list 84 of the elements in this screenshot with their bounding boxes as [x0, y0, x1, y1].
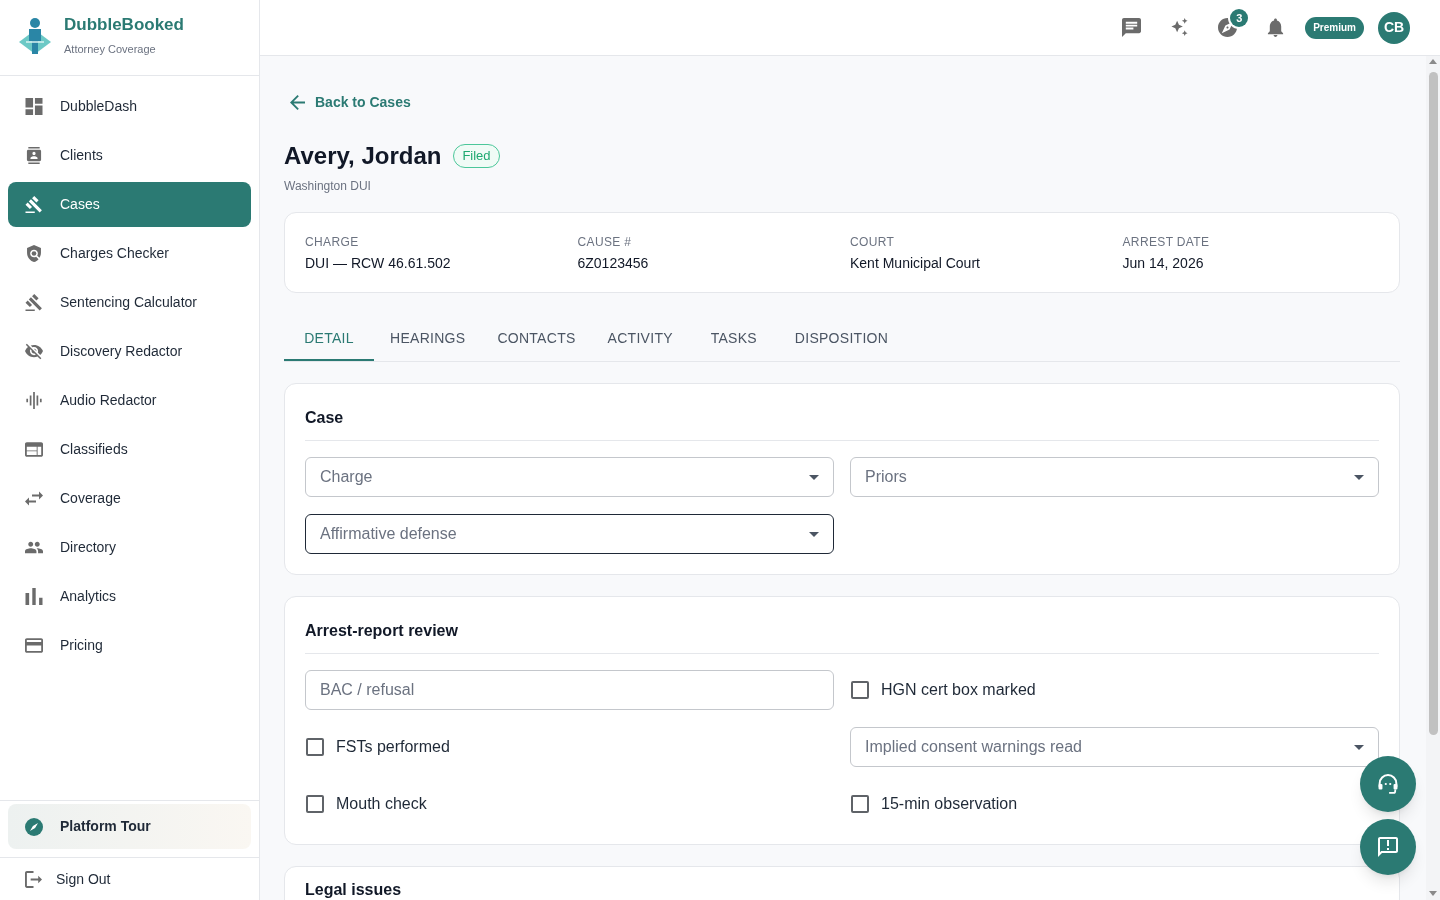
- web-layout-icon: [25, 441, 43, 458]
- status-badge: Filed: [453, 144, 500, 168]
- nav-item[interactable]: Cases: [8, 182, 251, 227]
- caret-down-icon: [809, 531, 819, 537]
- tab[interactable]: HEARINGS: [374, 317, 482, 361]
- select-field[interactable]: Affirmative defense: [305, 514, 834, 554]
- field-label: CHARGE: [305, 234, 360, 250]
- logout-icon: [25, 870, 42, 888]
- headset-icon: [1378, 774, 1398, 794]
- tab[interactable]: DETAIL: [284, 317, 374, 361]
- contact-card-icon: [25, 147, 43, 164]
- scrollbar-thumb[interactable]: [1428, 72, 1438, 735]
- compass-icon: [25, 817, 43, 836]
- caret-down-icon: [1354, 474, 1364, 480]
- field-value: DUI — RCW 46.61.502: [305, 254, 452, 273]
- caret-down-icon: [1354, 744, 1364, 750]
- nav-item[interactable]: Audio Redactor: [8, 378, 251, 423]
- bell-icon: [1265, 18, 1285, 37]
- feedback-button[interactable]: [1360, 819, 1416, 875]
- select-field[interactable]: Priors: [850, 457, 1379, 497]
- nav-item[interactable]: Analytics: [8, 574, 251, 619]
- feedback-icon: [1378, 837, 1398, 857]
- tab[interactable]: CONTACTS: [481, 317, 592, 361]
- field-label: ARREST DATE: [1122, 234, 1211, 250]
- field-value: Kent Municipal Court: [850, 254, 981, 273]
- back-link[interactable]: Back to Cases: [284, 92, 417, 112]
- waveform-icon: [25, 392, 43, 409]
- nav-item[interactable]: Classifieds: [8, 427, 251, 472]
- back-arrow-icon: [290, 94, 305, 110]
- checkbox[interactable]: [306, 795, 324, 813]
- nav-item[interactable]: Directory: [8, 525, 251, 570]
- gavel-icon: [25, 196, 43, 213]
- tab[interactable]: TASKS: [688, 317, 779, 361]
- tab[interactable]: DISPOSITION: [778, 317, 905, 361]
- checkbox[interactable]: [851, 795, 869, 813]
- gavel-icon: [25, 294, 43, 311]
- plan-badge: Premium: [1305, 16, 1364, 39]
- field-label: COURT: [850, 234, 896, 250]
- case-title: Avery, Jordan: [284, 141, 442, 171]
- checkbox[interactable]: [851, 681, 869, 699]
- field-value: Jun 14, 2026: [1122, 254, 1205, 273]
- dashboard-grid-icon: [25, 98, 43, 115]
- tour-button[interactable]: 3: [1207, 7, 1248, 48]
- input-field[interactable]: BAC / refusal: [305, 670, 834, 710]
- select-field[interactable]: Charge: [305, 457, 834, 497]
- nav-item[interactable]: DubbleDash: [8, 84, 251, 129]
- section-title: Case: [305, 408, 345, 428]
- field-value: 6Z0123456: [577, 254, 650, 273]
- nav-item[interactable]: Clients: [8, 133, 251, 178]
- section-title: Arrest-report review: [305, 621, 459, 641]
- eye-off-icon: [25, 343, 43, 360]
- checkbox-label[interactable]: Mouth check: [336, 792, 427, 816]
- nav-item[interactable]: Coverage: [8, 476, 251, 521]
- checkbox-label[interactable]: 15-min observation: [881, 792, 1018, 816]
- scroll-up-arrow-icon[interactable]: [1429, 59, 1437, 64]
- logo-icon: [18, 18, 52, 54]
- checkbox[interactable]: [306, 738, 324, 756]
- scrollbar-track[interactable]: [1426, 56, 1440, 900]
- case-subtitle: Washington DUI: [284, 178, 372, 194]
- scroll-down-arrow-icon[interactable]: [1429, 891, 1437, 896]
- checkbox-label[interactable]: FSTs performed: [336, 735, 450, 759]
- shield-search-icon: [25, 245, 43, 262]
- chat-bubble-icon: [1121, 18, 1141, 37]
- section-title: Legal issues: [305, 882, 403, 898]
- swap-arrows-icon: [25, 490, 43, 507]
- nav-item[interactable]: Sentencing Calculator: [8, 280, 251, 325]
- platform-tour-button[interactable]: Platform Tour: [8, 804, 251, 849]
- nav-item[interactable]: Discovery Redactor: [8, 329, 251, 374]
- notification-badge: 3: [1230, 8, 1249, 27]
- caret-down-icon: [809, 474, 819, 480]
- nav-item[interactable]: Charges Checker: [8, 231, 251, 276]
- sign-out-link[interactable]: Sign Out: [25, 868, 111, 890]
- tab[interactable]: ACTIVITY: [591, 317, 689, 361]
- sparkle-icon: [1169, 18, 1189, 37]
- field-label: CAUSE #: [577, 234, 633, 250]
- people-icon: [25, 539, 43, 556]
- select-field[interactable]: Implied consent warnings read: [850, 727, 1379, 767]
- nav-item[interactable]: Pricing: [8, 623, 251, 668]
- bar-chart-icon: [25, 588, 43, 605]
- checkbox-label[interactable]: HGN cert box marked: [881, 678, 1036, 702]
- brand-name: DubbleBooked: [64, 14, 184, 36]
- credit-card-icon: [25, 637, 43, 654]
- user-avatar[interactable]: CB: [1378, 11, 1410, 44]
- brand-tagline: Attorney Coverage: [64, 42, 157, 56]
